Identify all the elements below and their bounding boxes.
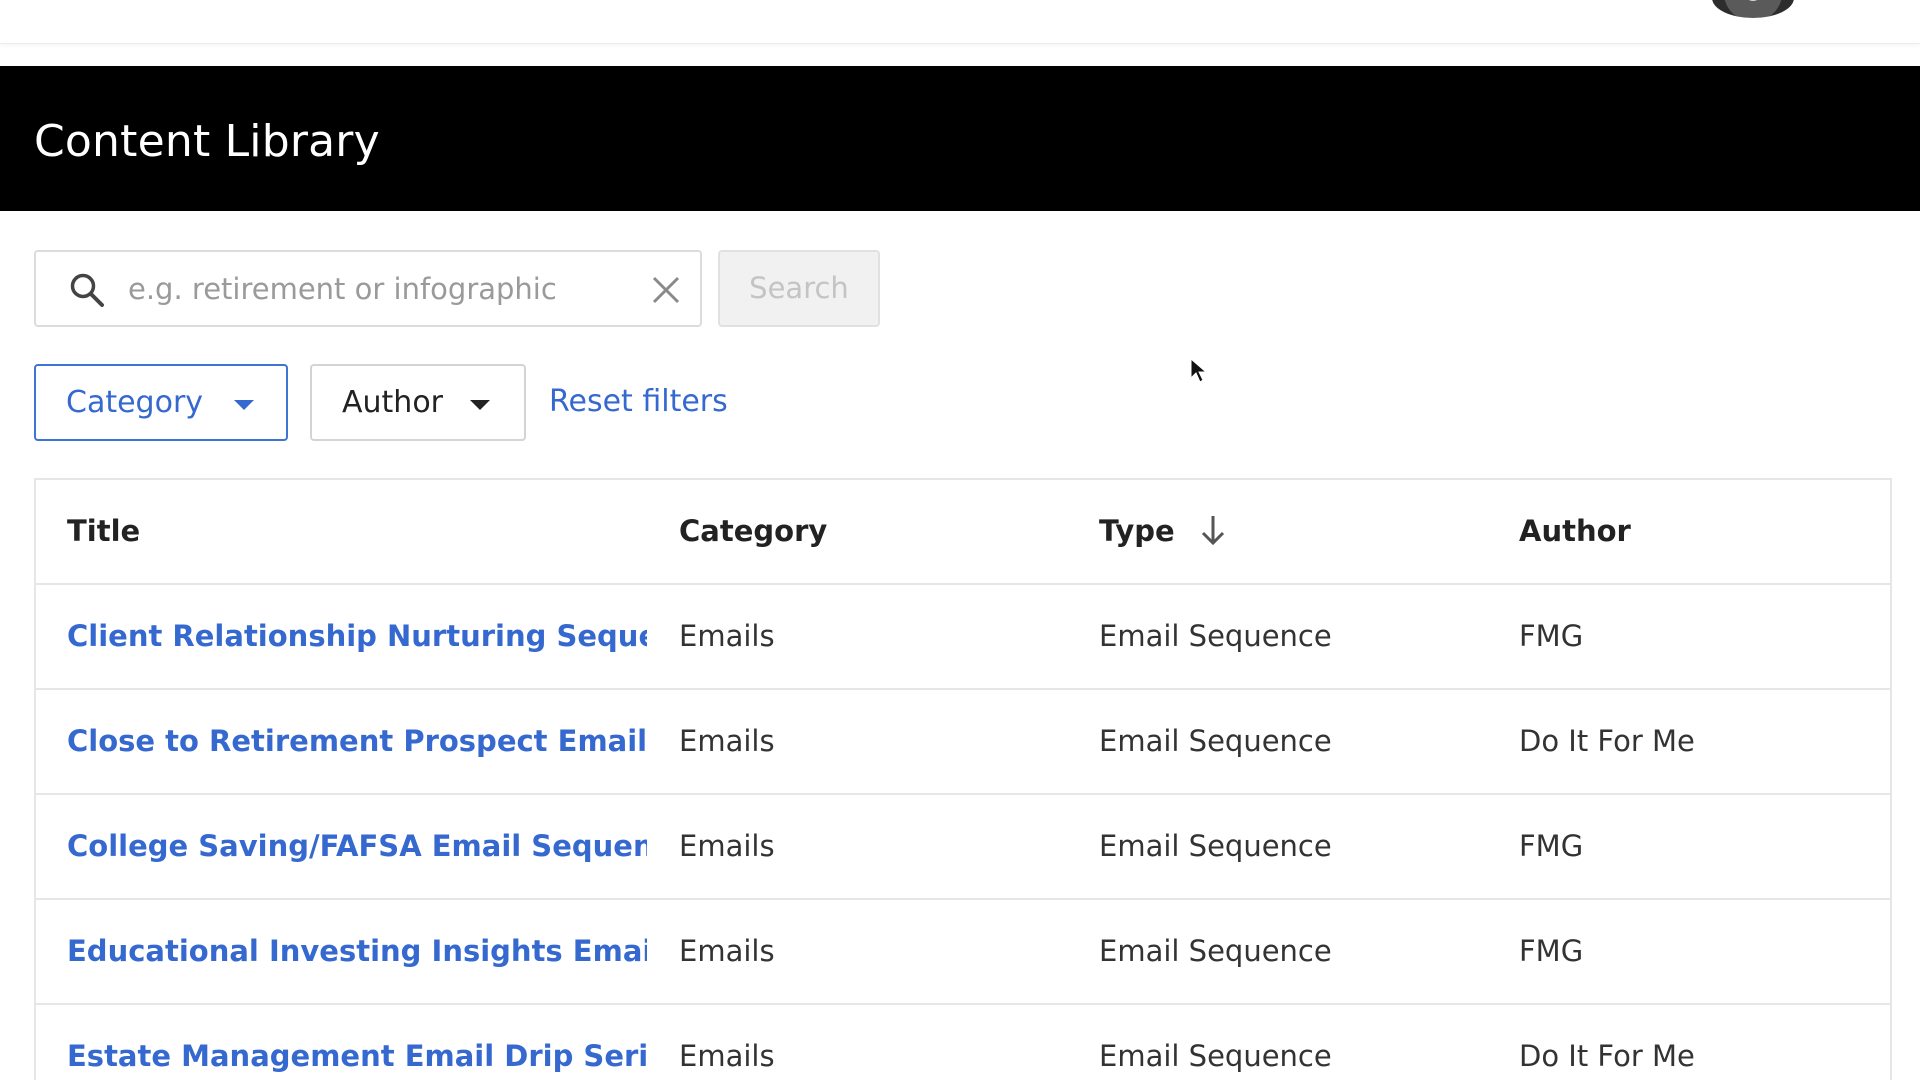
category-filter-dropdown[interactable]: Category [34,364,288,441]
row-type: Email Sequence [1099,1039,1332,1073]
author-filter-dropdown[interactable]: Author [310,364,526,441]
row-author: Do It For Me [1519,724,1695,758]
row-author: FMG [1519,829,1584,863]
table-row[interactable]: College Saving/FAFSA Email Sequence Emai… [36,795,1890,900]
row-author: FMG [1519,934,1584,968]
content-table: Title Category Type Author Client Relati… [34,478,1892,1080]
close-icon[interactable] [650,274,682,306]
row-title-link[interactable]: College Saving/FAFSA Email Sequence [67,829,647,863]
column-header-title[interactable]: Title [67,480,647,583]
search-button[interactable]: Search [718,250,880,327]
row-author: FMG [1519,619,1584,653]
search-box [34,250,702,327]
row-title-link[interactable]: Estate Management Email Drip Series [67,1039,647,1073]
page-header: Content Library [0,66,1920,211]
mouse-cursor-icon [1190,358,1208,383]
row-author: Do It For Me [1519,1039,1695,1073]
row-title-link[interactable]: Close to Retirement Prospect Email Se... [67,724,647,758]
page-title: Content Library [34,116,380,167]
reset-filters-link[interactable]: Reset filters [549,384,728,419]
arrow-down-icon[interactable] [1199,513,1227,547]
row-type: Email Sequence [1099,619,1332,653]
caret-down-icon [470,400,490,410]
row-type: Email Sequence [1099,934,1332,968]
table-header-row: Title Category Type Author [36,480,1890,585]
user-avatar[interactable] [1712,0,1794,18]
column-header-author[interactable]: Author [1519,480,1879,583]
search-input[interactable] [126,262,636,316]
column-header-category[interactable]: Category [679,480,1079,583]
row-type: Email Sequence [1099,829,1332,863]
row-title-link[interactable]: Educational Investing Insights Email S..… [67,934,647,968]
column-header-type[interactable]: Type [1099,480,1499,583]
row-category: Emails [679,829,775,863]
row-category: Emails [679,724,775,758]
author-filter-label: Author [342,385,444,420]
category-filter-label: Category [66,385,204,420]
table-row[interactable]: Estate Management Email Drip Series Emai… [36,1005,1890,1080]
row-title-link[interactable]: Client Relationship Nurturing Sequence [67,619,647,653]
row-category: Emails [679,619,775,653]
search-icon [70,273,104,307]
row-category: Emails [679,1039,775,1073]
row-type: Email Sequence [1099,724,1332,758]
table-row[interactable]: Educational Investing Insights Email S..… [36,900,1890,1005]
caret-down-icon [234,400,254,410]
row-category: Emails [679,934,775,968]
top-navigation-bar [0,0,1920,44]
table-row[interactable]: Close to Retirement Prospect Email Se...… [36,690,1890,795]
table-row[interactable]: Client Relationship Nurturing Sequence E… [36,585,1890,690]
